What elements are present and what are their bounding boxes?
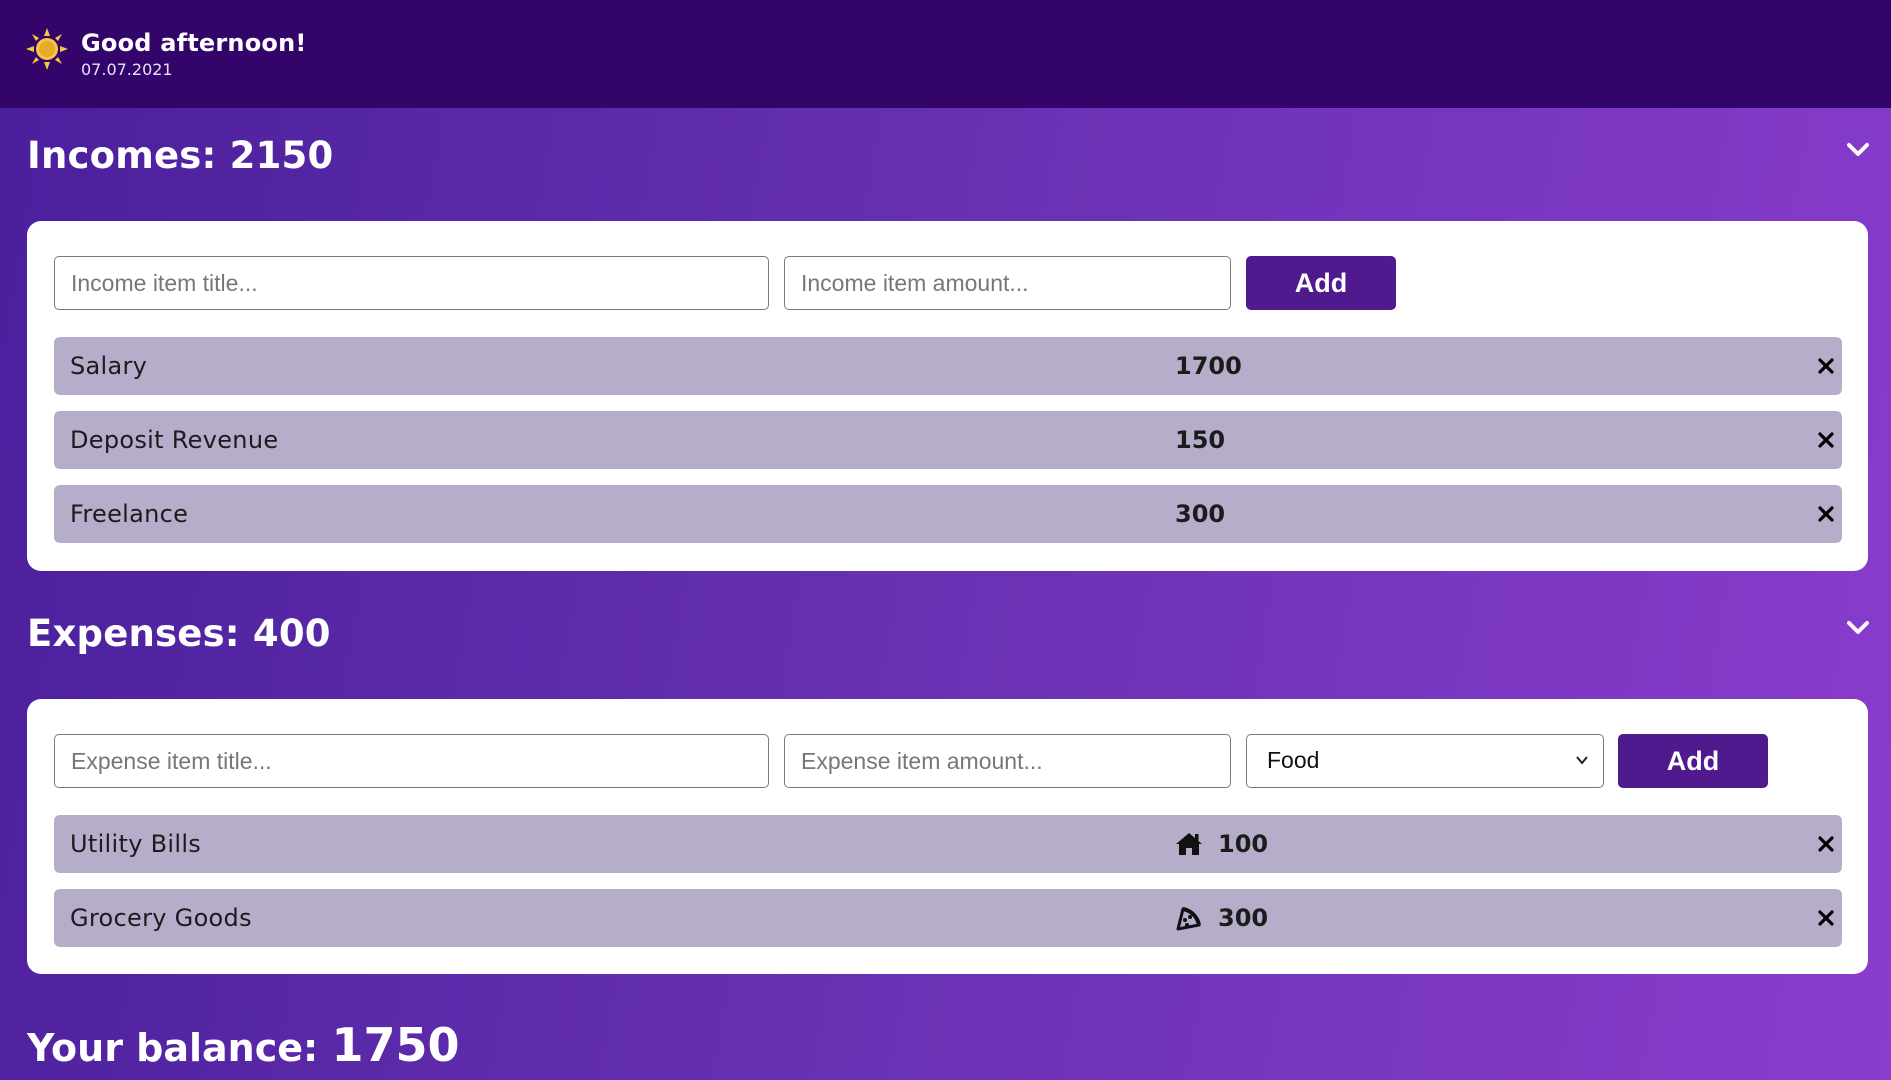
incomes-collapse-chevron-icon[interactable] [1847,142,1869,158]
expense-title-input[interactable] [54,734,769,788]
income-amount-input[interactable] [784,256,1231,310]
delete-expense-icon[interactable] [1818,836,1834,852]
income-row: Deposit Revenue 150 [54,411,1842,469]
income-title: Salary [70,352,148,380]
incomes-total: 2150 [229,134,334,177]
income-row: Salary 1700 [54,337,1842,395]
balance-label: Your balance: [27,1026,319,1070]
delete-expense-icon[interactable] [1818,910,1834,926]
delete-income-icon[interactable] [1818,506,1834,522]
income-title: Deposit Revenue [70,426,279,454]
chevron-down-icon [1576,756,1588,765]
top-bar: Good afternoon! 07.07.2021 [0,0,1891,108]
expense-row: Utility Bills 100 [54,815,1842,873]
expense-row: Grocery Goods 300 [54,889,1842,947]
expense-category-value: Food [1267,747,1320,773]
income-row: Freelance 300 [54,485,1842,543]
current-date: 07.07.2021 [81,60,173,79]
expenses-heading: Expenses: 400 [27,612,331,655]
sun-icon [26,28,68,70]
income-amount: 300 [1175,500,1226,528]
expense-title: Utility Bills [70,830,202,858]
income-amount: 1700 [1175,352,1242,380]
delete-income-icon[interactable] [1818,432,1834,448]
balance-summary: Your balance: 1750 [27,1018,459,1072]
balance-value: 1750 [331,1018,460,1072]
income-amount: 150 [1175,426,1226,454]
expense-title: Grocery Goods [70,904,252,932]
expenses-collapse-chevron-icon[interactable] [1847,620,1869,636]
expense-amount-input[interactable] [784,734,1231,788]
incomes-card: Add Salary 1700 Deposit Revenue 150 Free… [27,221,1868,571]
expense-amount: 100 [1218,830,1269,858]
income-title-input[interactable] [54,256,769,310]
greeting-text: Good afternoon! [81,29,307,57]
expense-category-select[interactable]: Food [1246,734,1604,788]
expenses-card: Food Add Utility Bills 100 Grocery Goods… [27,699,1868,974]
add-income-button[interactable]: Add [1246,256,1396,310]
expenses-label: Expenses: [27,612,240,655]
expense-amount: 300 [1218,904,1269,932]
income-title: Freelance [70,500,189,528]
incomes-label: Incomes: [27,134,217,177]
delete-income-icon[interactable] [1818,358,1834,374]
add-expense-button[interactable]: Add [1618,734,1768,788]
home-icon [1176,833,1202,855]
expenses-total: 400 [252,612,331,655]
pizza-icon [1176,907,1201,931]
incomes-heading: Incomes: 2150 [27,134,333,177]
